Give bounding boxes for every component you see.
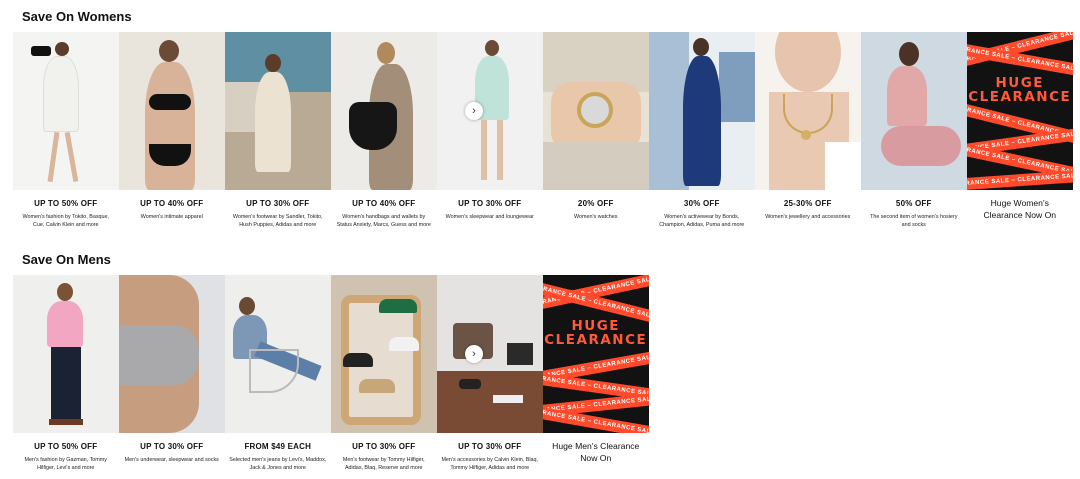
mens-jeans-image[interactable]: [225, 275, 331, 433]
offer-label: 30% OFF: [683, 199, 720, 208]
offer-description: Men's fashion by Gazman, Tommy Hilfiger,…: [24, 457, 107, 472]
womens-sleepwear-image[interactable]: ›: [437, 32, 543, 190]
clearance-caption: Huge Women's Clearance Now On: [983, 198, 1057, 220]
offer-label: 50% OFF: [895, 199, 932, 208]
clearance-caption: Huge Men's Clearance Now On: [552, 441, 640, 463]
mens-fashion-image[interactable]: [13, 275, 119, 433]
womens-hosiery-image[interactable]: [861, 32, 967, 190]
offer-description: Men's underwear, sleepwear and socks: [124, 457, 219, 463]
mens-tile-clearance[interactable]: CLEARANCE SALE – CLEARANCE SALE – CLEARA…: [543, 275, 649, 473]
mens-tile-jeans[interactable]: FROM $49 EACH Selected men's jeans by Le…: [225, 275, 331, 473]
offer-description: Selected men's jeans by Levi's, Maddox, …: [229, 457, 327, 472]
offer-description: The second item of women's hosiery and s…: [870, 214, 958, 229]
womens-clearance-image[interactable]: CLEARANCE SALE – CLEARANCE SALE – CLEARA…: [967, 32, 1073, 190]
womens-tile-handbags[interactable]: UP TO 40% OFF Women's handbags and walle…: [331, 32, 437, 230]
mens-tile-underwear[interactable]: UP TO 30% OFF Men's underwear, sleepwear…: [119, 275, 225, 473]
womens-tile-activewear[interactable]: 30% OFF Women's activewear by Bonds, Cha…: [649, 32, 755, 230]
offer-label: UP TO 40% OFF: [140, 199, 204, 208]
offer-label: FROM $49 EACH: [244, 442, 312, 451]
womens-tile-hosiery[interactable]: 50% OFF The second item of women's hosie…: [861, 32, 967, 230]
mens-tile-fashion[interactable]: UP TO 50% OFF Men's fashion by Gazman, T…: [13, 275, 119, 473]
offer-label: UP TO 30% OFF: [246, 199, 310, 208]
offer-description: Men's footwear by Tommy Hilfiger, Adidas…: [342, 457, 425, 472]
womens-tile-clearance[interactable]: CLEARANCE SALE – CLEARANCE SALE – CLEARA…: [967, 32, 1073, 230]
offer-label: UP TO 30% OFF: [458, 442, 522, 451]
womens-handbags-image[interactable]: [331, 32, 437, 190]
womens-activewear-image[interactable]: [649, 32, 755, 190]
offer-label: UP TO 30% OFF: [352, 442, 416, 451]
womens-tile-sleepwear[interactable]: › UP TO 30% OFF Women's sleepwear and lo…: [437, 32, 543, 230]
womens-tile-jewellery[interactable]: 25-30% OFF Women's jewellery and accesso…: [755, 32, 861, 230]
clearance-heading: HUGE CLEARANCE: [544, 318, 648, 349]
womens-intimates-image[interactable]: [119, 32, 225, 190]
offer-description: Women's sleepwear and loungewear: [445, 214, 534, 220]
womens-footwear-image[interactable]: [225, 32, 331, 190]
clearance-heading: HUGE CLEARANCE: [968, 75, 1072, 106]
womens-jewellery-image[interactable]: [755, 32, 861, 190]
offer-description: Women's activewear by Bonds, Champion, A…: [659, 214, 745, 229]
womens-tile-fashion[interactable]: UP TO 50% OFF Women's fashion by Tokito,…: [13, 32, 119, 230]
womens-carousel: UP TO 50% OFF Women's fashion by Tokito,…: [13, 32, 1073, 230]
offer-label: UP TO 50% OFF: [34, 442, 98, 451]
womens-fashion-image[interactable]: [13, 32, 119, 190]
section-title-womens: Save On Womens: [22, 9, 132, 24]
chevron-right-icon[interactable]: ›: [465, 102, 483, 120]
womens-watches-image[interactable]: [543, 32, 649, 190]
offer-description: Women's watches: [574, 214, 618, 220]
mens-clearance-image[interactable]: CLEARANCE SALE – CLEARANCE SALE – CLEARA…: [543, 275, 649, 433]
offer-label: 25-30% OFF: [783, 199, 832, 208]
offer-description: Women's fashion by Tokito, Basque, Cue, …: [22, 214, 110, 229]
womens-tile-watches[interactable]: 20% OFF Women's watches: [543, 32, 649, 230]
mens-tile-footwear[interactable]: UP TO 30% OFF Men's footwear by Tommy Hi…: [331, 275, 437, 473]
offer-label: UP TO 50% OFF: [34, 199, 98, 208]
womens-tile-intimates[interactable]: UP TO 40% OFF Women's intimate apparel: [119, 32, 225, 230]
chevron-right-icon[interactable]: ›: [465, 345, 483, 363]
offer-description: Women's handbags and wallets by Status A…: [336, 214, 431, 229]
offer-label: UP TO 30% OFF: [140, 442, 204, 451]
section-title-mens: Save On Mens: [22, 252, 111, 267]
mens-accessories-image[interactable]: ›: [437, 275, 543, 433]
offer-label: 20% OFF: [577, 199, 614, 208]
offer-description: Women's intimate apparel: [140, 214, 203, 220]
mens-tile-accessories[interactable]: › UP TO 30% OFF Men's accessories by Cal…: [437, 275, 543, 473]
offer-label: UP TO 30% OFF: [458, 199, 522, 208]
mens-footwear-image[interactable]: [331, 275, 437, 433]
mens-carousel: UP TO 50% OFF Men's fashion by Gazman, T…: [13, 275, 649, 473]
offer-label: UP TO 40% OFF: [352, 199, 416, 208]
mens-underwear-image[interactable]: [119, 275, 225, 433]
womens-tile-footwear[interactable]: UP TO 30% OFF Women's footwear by Sandle…: [225, 32, 331, 230]
offer-description: Women's footwear by Sandler, Tokito, Hus…: [232, 214, 323, 229]
offer-description: Women's jewellery and accessories: [765, 214, 851, 220]
offer-description: Men's accessories by Calvin Klein, Blaq,…: [441, 457, 539, 472]
